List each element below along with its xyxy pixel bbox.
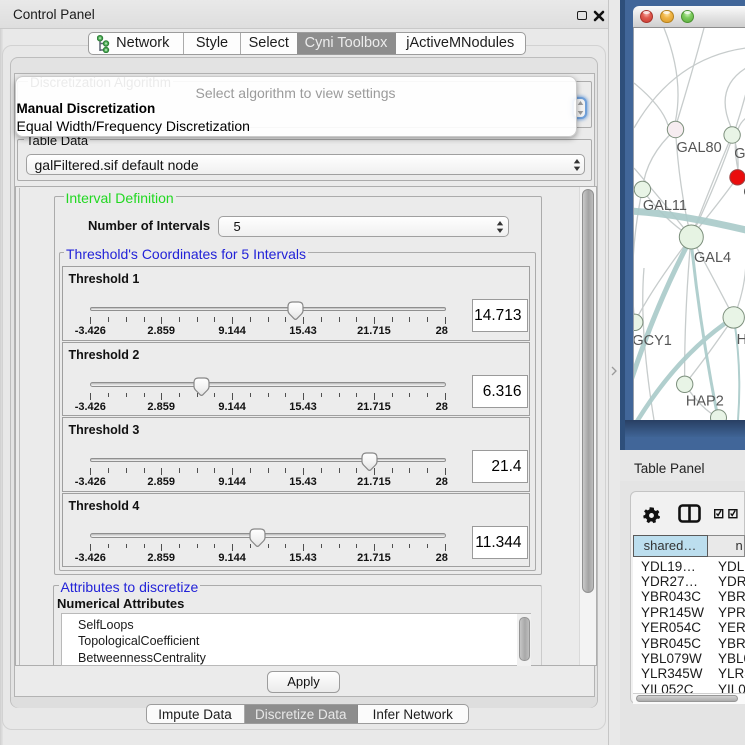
svg-text:GAL80: GAL80 [676, 140, 721, 156]
svg-text:H: H [736, 332, 745, 348]
svg-text:GA: GA [734, 146, 745, 162]
svg-text:GAL11: GAL11 [642, 198, 686, 214]
svg-text:GAL4: GAL4 [694, 250, 731, 266]
svg-text:HAP2: HAP2 [685, 394, 723, 410]
svg-text:GCY1: GCY1 [634, 333, 672, 349]
